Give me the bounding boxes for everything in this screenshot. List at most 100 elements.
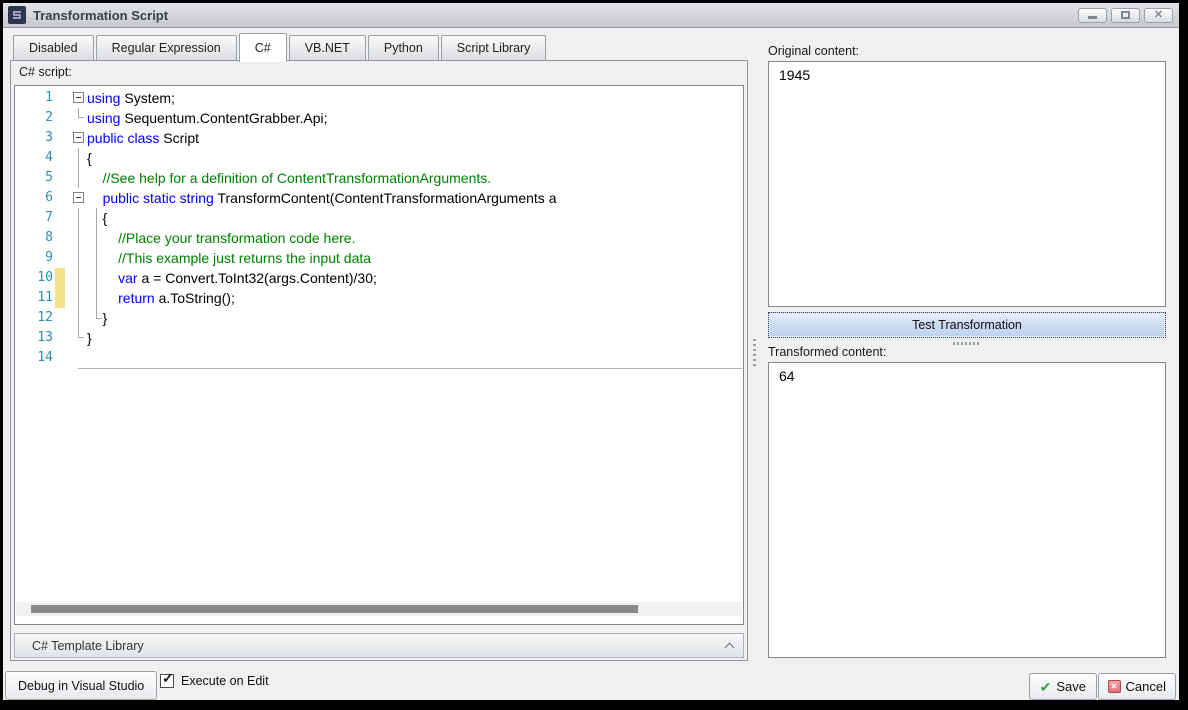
fold-line: [78, 248, 79, 268]
code-text: var a = Convert.ToInt32(args.Content)/30…: [87, 268, 377, 288]
code-line: 9 //This example just returns the input …: [16, 248, 742, 268]
cancel-x-icon: ✕: [1108, 680, 1121, 693]
code-keyword: using: [87, 90, 120, 106]
code-line: 8 //Place your transformation code here.: [16, 228, 742, 248]
code-line: 1using System;: [16, 88, 742, 108]
code-plain: a = Convert.ToInt32(args.Content)/30;: [138, 270, 377, 286]
line-number: 6: [16, 188, 53, 208]
code-line: 3 public class Script: [16, 128, 742, 148]
code-plain: a.ToString();: [155, 290, 235, 306]
tab-regular-expression[interactable]: Regular Expression: [96, 35, 237, 60]
code-text: {: [87, 148, 92, 168]
checkmark-icon: ✓: [162, 671, 174, 685]
tab-c[interactable]: C#: [239, 33, 287, 62]
code-plain: [87, 270, 118, 286]
fold-margin-cell: [65, 148, 87, 168]
fold-line: [78, 148, 79, 168]
debug-in-visual-studio-button[interactable]: Debug in Visual Studio: [5, 671, 157, 700]
code-text: {: [87, 208, 107, 228]
cancel-button[interactable]: ✕ Cancel: [1098, 673, 1176, 700]
code-line: 11 return a.ToString();: [16, 288, 742, 308]
code-keyword: using: [87, 110, 120, 126]
code-line: 4{: [16, 148, 742, 168]
code-text: return a.ToString();: [87, 288, 235, 308]
fold-line: [78, 228, 79, 248]
chevron-up-icon: [725, 642, 735, 652]
close-button[interactable]: ✕: [1144, 8, 1173, 23]
code-keyword: public class: [87, 130, 159, 146]
template-library-bar[interactable]: C# Template Library: [14, 633, 744, 658]
line-number: 5: [16, 168, 53, 188]
tab-python[interactable]: Python: [368, 35, 439, 60]
code-plain: [87, 170, 103, 186]
code-plain: Sequentum.ContentGrabber.Api;: [120, 110, 327, 126]
fold-structure-tick: [96, 318, 102, 319]
code-editor[interactable]: 1using System;2using Sequentum.ContentGr…: [14, 85, 744, 625]
test-transformation-button[interactable]: Test Transformation: [768, 312, 1166, 338]
line-marker: [55, 88, 65, 108]
fold-margin-cell: [65, 108, 87, 128]
line-number: 14: [16, 348, 53, 368]
code-plain: {: [87, 210, 107, 226]
fold-end-line: [78, 108, 84, 118]
code-line: 2using Sequentum.ContentGrabber.Api;: [16, 108, 742, 128]
title-bar[interactable]: Transformation Script ✕: [3, 3, 1179, 28]
fold-margin-cell: [65, 268, 87, 288]
line-number: 3: [16, 128, 53, 148]
transformed-content-label: Transformed content:: [768, 345, 886, 359]
tab-vb-net[interactable]: VB.NET: [289, 35, 366, 60]
fold-end-line: [78, 328, 84, 338]
minimize-button[interactable]: [1078, 8, 1107, 23]
tab-disabled[interactable]: Disabled: [13, 35, 94, 60]
fold-margin-cell: [65, 328, 87, 348]
close-icon: ✕: [1154, 10, 1163, 21]
vertical-splitter-grip[interactable]: [753, 339, 756, 369]
window-controls: ✕: [1078, 8, 1173, 23]
horizontal-splitter-grip[interactable]: [953, 342, 979, 345]
transformation-script-dialog: Transformation Script ✕ DisabledRegular …: [3, 3, 1179, 700]
horizontal-scrollbar[interactable]: [16, 602, 742, 616]
original-content-box[interactable]: 1945: [768, 61, 1166, 307]
line-number: 13: [16, 328, 53, 348]
modified-line-marker: [55, 288, 65, 308]
fold-structure-line: [96, 208, 97, 318]
maximize-icon: [1121, 11, 1130, 19]
horizontal-scrollbar-thumb[interactable]: [31, 605, 638, 613]
code-lines: 1using System;2using Sequentum.ContentGr…: [16, 88, 742, 600]
transformed-content-box[interactable]: 64: [768, 362, 1166, 658]
fold-margin-cell: [65, 188, 87, 208]
code-line: 13}: [16, 328, 742, 348]
line-number: 4: [16, 148, 53, 168]
fold-collapse-box-icon[interactable]: [73, 192, 84, 203]
code-plain: Script: [159, 130, 199, 146]
original-content-label: Original content:: [768, 44, 859, 58]
transformed-content-value: 64: [779, 368, 795, 384]
save-button[interactable]: ✔ Save: [1029, 673, 1097, 700]
code-keyword: var: [118, 270, 137, 286]
code-comment: //See help for a definition of ContentTr…: [103, 170, 492, 186]
line-number: 9: [16, 248, 53, 268]
fold-margin-cell: [65, 248, 87, 268]
modified-line-marker: [55, 268, 65, 288]
window-title: Transformation Script: [33, 8, 168, 23]
code-plain: [87, 290, 118, 306]
code-line: 10 var a = Convert.ToInt32(args.Content)…: [16, 268, 742, 288]
cancel-button-label: Cancel: [1126, 679, 1166, 694]
caret-line-indicator: [78, 368, 742, 369]
fold-collapse-box-icon[interactable]: [73, 92, 84, 103]
screen: Transformation Script ✕ DisabledRegular …: [0, 0, 1188, 710]
line-marker: [55, 328, 65, 348]
maximize-button[interactable]: [1111, 8, 1140, 23]
tab-script-library[interactable]: Script Library: [441, 35, 547, 60]
line-marker: [55, 248, 65, 268]
line-number: 1: [16, 88, 53, 108]
code-line: 5 //See help for a definition of Content…: [16, 168, 742, 188]
line-marker: [55, 208, 65, 228]
test-transformation-label: Test Transformation: [912, 318, 1022, 332]
code-line: 7 {: [16, 208, 742, 228]
fold-collapse-box-icon[interactable]: [73, 132, 84, 143]
line-number: 8: [16, 228, 53, 248]
execute-on-edit-checkbox[interactable]: ✓: [160, 674, 174, 688]
code-keyword: public static string: [103, 190, 214, 206]
line-marker: [55, 308, 65, 328]
